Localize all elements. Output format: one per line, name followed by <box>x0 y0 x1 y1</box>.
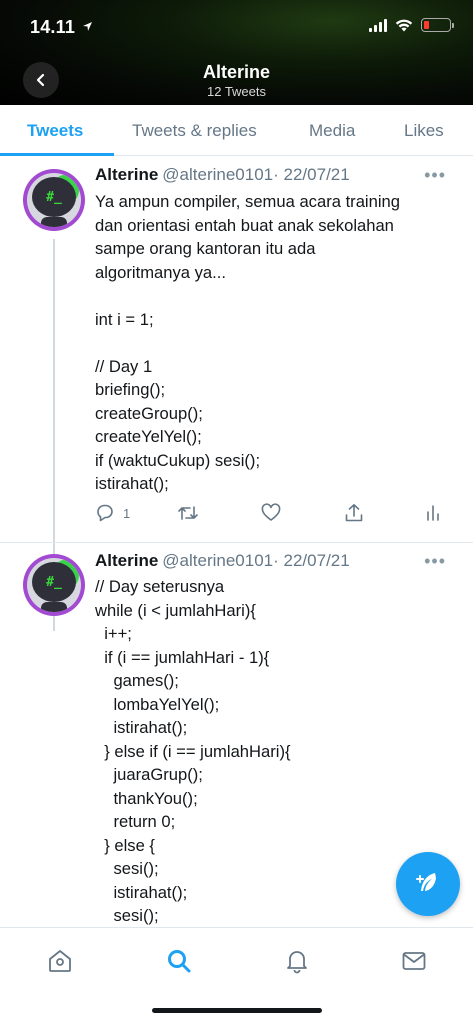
reply-icon <box>97 504 113 522</box>
author-handle[interactable]: @alterine0101 <box>162 165 273 184</box>
profile-header: 14.11 Alterine 12 Tweets <box>0 0 473 105</box>
tweet-count: 12 Tweets <box>206 84 267 99</box>
tweet-header: Alterine @alterine0101· 22/07/21 ••• <box>95 551 455 571</box>
like-icon <box>261 503 281 521</box>
avatar-logo-text: #_ <box>32 562 76 602</box>
clock-text: 14.11 <box>30 17 76 37</box>
avatar-logo-text: #_ <box>32 177 76 217</box>
notifications-icon <box>287 951 307 974</box>
avatar[interactable]: #_ <box>23 169 85 231</box>
location-arrow-icon <box>83 22 93 31</box>
search-icon <box>168 950 191 973</box>
like-button[interactable] <box>261 503 281 523</box>
timeline[interactable]: #_ Alterine @alterine0101· 22/07/21 ••• Y… <box>0 157 473 927</box>
nav-home[interactable] <box>45 946 75 976</box>
wifi-icon <box>395 19 413 31</box>
tweet[interactable]: #_ Alterine @alterine0101· 22/07/21 ••• Y… <box>0 157 473 542</box>
status-icons <box>369 18 454 32</box>
tweet-date: · 22/07/21 <box>273 165 350 184</box>
tab-likes[interactable]: Likes <box>404 121 444 141</box>
more-icon[interactable]: ••• <box>424 165 446 186</box>
compose-icon <box>416 873 436 891</box>
analytics-button[interactable] <box>425 503 441 523</box>
share-icon <box>345 504 363 522</box>
author-handle[interactable]: @alterine0101 <box>162 551 273 570</box>
tweet-text: Ya ampun compiler, semua acara training … <box>95 192 400 493</box>
avatar[interactable]: #_ <box>23 554 85 616</box>
tweet-header: Alterine @alterine0101· 22/07/21 ••• <box>95 165 455 185</box>
profile-tabs: Tweets Tweets & replies Media Likes <box>0 105 473 156</box>
tab-tweets[interactable]: Tweets <box>27 121 83 141</box>
tweet-date: · 22/07/21 <box>273 551 350 570</box>
author-name[interactable]: Alterine <box>95 551 158 570</box>
share-button[interactable] <box>344 503 364 523</box>
nav-search[interactable] <box>164 946 194 976</box>
battery-icon <box>421 18 454 32</box>
home-indicator[interactable] <box>152 1008 322 1013</box>
messages-icon <box>402 952 426 970</box>
nav-messages[interactable] <box>399 946 429 976</box>
tweet-actions: 1 <box>95 503 450 527</box>
active-tab-indicator <box>0 153 114 156</box>
more-icon[interactable]: ••• <box>424 551 446 572</box>
author-name[interactable]: Alterine <box>95 165 158 184</box>
profile-name: Alterine <box>202 62 271 82</box>
status-bar: 14.11 <box>0 0 473 48</box>
tab-media[interactable]: Media <box>309 121 355 141</box>
status-time: 14.11 <box>30 17 93 38</box>
tab-tweets-and-replies[interactable]: Tweets & replies <box>132 121 257 141</box>
retweet-icon <box>178 506 198 520</box>
analytics-icon <box>427 505 439 521</box>
nav-notifications[interactable] <box>282 946 312 976</box>
signal-icon <box>369 18 387 32</box>
retweet-button[interactable] <box>177 503 199 523</box>
home-icon <box>49 950 71 972</box>
compose-tweet-button[interactable] <box>396 852 460 916</box>
reply-button[interactable]: 1 <box>95 503 130 523</box>
reply-count: 1 <box>123 505 131 521</box>
